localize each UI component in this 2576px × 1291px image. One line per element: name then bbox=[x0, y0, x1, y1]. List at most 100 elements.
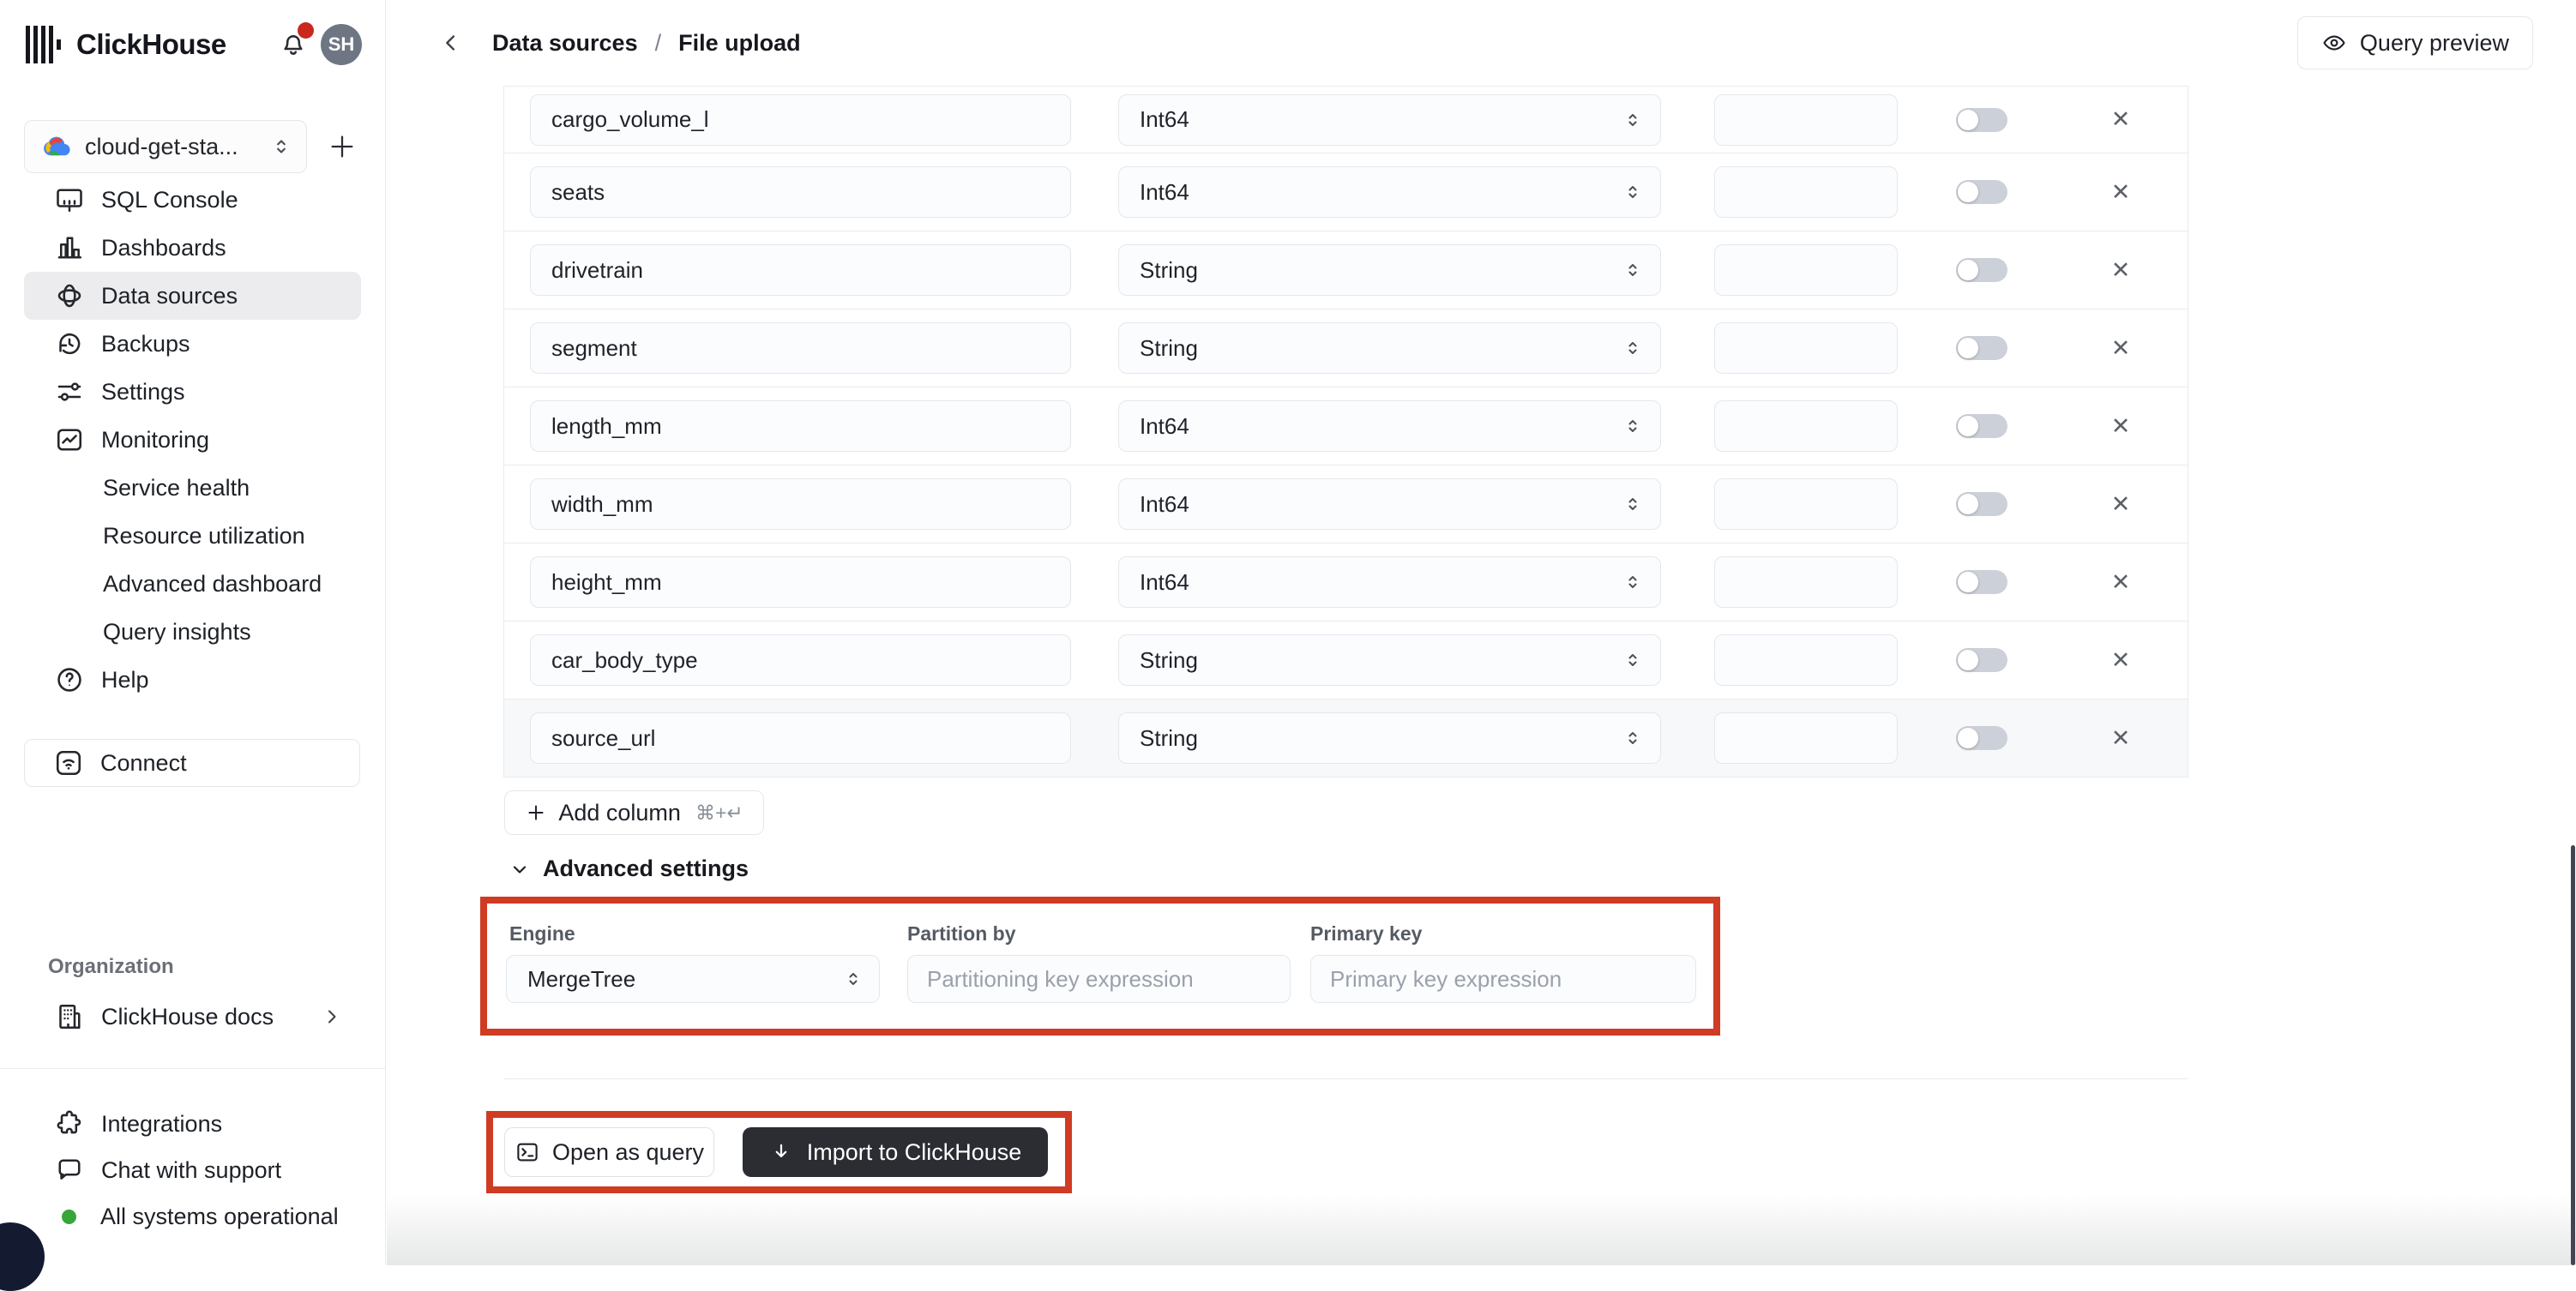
column-type-select[interactable]: String bbox=[1118, 712, 1661, 764]
toggle-knob bbox=[1958, 338, 1978, 358]
column-type-value: Int64 bbox=[1140, 491, 1189, 518]
toggle-knob bbox=[1958, 182, 1978, 202]
chevron-down-icon bbox=[509, 859, 530, 880]
column-name-input[interactable] bbox=[530, 94, 1071, 146]
gcp-cloud-icon bbox=[40, 130, 73, 163]
breadcrumb-parent[interactable]: Data sources bbox=[492, 30, 638, 57]
add-service-button[interactable] bbox=[323, 128, 361, 165]
column-type-value: String bbox=[1140, 647, 1198, 674]
add-column-button[interactable]: Add column ⌘+↵ bbox=[504, 790, 764, 835]
workspace-selector[interactable]: cloud-get-sta... bbox=[24, 120, 307, 173]
nullable-toggle[interactable] bbox=[1956, 108, 2007, 132]
nullable-toggle[interactable] bbox=[1956, 180, 2007, 204]
sidebar-item-chat-support[interactable]: Chat with support bbox=[24, 1147, 361, 1193]
sidebar-item-query-insights[interactable]: Query insights bbox=[24, 608, 361, 656]
system-status-item[interactable]: All systems operational bbox=[24, 1193, 361, 1240]
remove-column-button[interactable]: ✕ bbox=[2104, 643, 2138, 677]
column-type-select[interactable]: Int64 bbox=[1118, 400, 1661, 452]
column-type-select[interactable]: Int64 bbox=[1118, 94, 1661, 146]
clickhouse-logo-icon bbox=[26, 26, 65, 63]
column-default-input[interactable] bbox=[1714, 244, 1898, 296]
sidebar-item-service-health[interactable]: Service health bbox=[24, 464, 361, 512]
chevron-updown-icon bbox=[1622, 494, 1643, 514]
sidebar-item-help[interactable]: Help bbox=[24, 656, 361, 704]
column-name-input[interactable] bbox=[530, 244, 1071, 296]
advanced-settings-toggle[interactable]: Advanced settings bbox=[509, 856, 749, 882]
column-name-input[interactable] bbox=[530, 478, 1071, 530]
toggle-knob bbox=[1958, 650, 1978, 670]
sidebar-item-settings[interactable]: Settings bbox=[24, 368, 361, 416]
sidebar-item-advanced-dashboard[interactable]: Advanced dashboard bbox=[24, 560, 361, 608]
remove-column-button[interactable]: ✕ bbox=[2104, 565, 2138, 599]
status-green-dot bbox=[62, 1210, 76, 1224]
column-name-input[interactable] bbox=[530, 634, 1071, 686]
chat-support-label: Chat with support bbox=[101, 1157, 281, 1184]
nullable-toggle[interactable] bbox=[1956, 570, 2007, 594]
bar-chart-icon bbox=[53, 231, 86, 264]
avatar[interactable]: SH bbox=[321, 24, 362, 65]
column-name-input[interactable] bbox=[530, 712, 1071, 764]
section-divider bbox=[503, 1078, 2188, 1079]
toggle-knob bbox=[1958, 416, 1978, 436]
nullable-toggle[interactable] bbox=[1956, 726, 2007, 750]
sidebar-item-clickhouse-docs[interactable]: ClickHouse docs bbox=[24, 993, 361, 1041]
open-as-query-button[interactable]: Open as query bbox=[504, 1127, 714, 1177]
query-preview-button[interactable]: Query preview bbox=[2297, 16, 2533, 69]
nullable-toggle[interactable] bbox=[1956, 258, 2007, 282]
column-default-input[interactable] bbox=[1714, 400, 1898, 452]
sidebar-item-label: Resource utilization bbox=[103, 523, 305, 549]
notifications-button[interactable] bbox=[278, 27, 310, 62]
sidebar-item-integrations[interactable]: Integrations bbox=[24, 1101, 361, 1147]
remove-column-button[interactable]: ✕ bbox=[2104, 487, 2138, 521]
column-default-input[interactable] bbox=[1714, 94, 1898, 146]
chevron-updown-icon bbox=[843, 969, 864, 989]
back-button[interactable] bbox=[436, 27, 466, 58]
column-type-select[interactable]: String bbox=[1118, 322, 1661, 374]
remove-column-button[interactable]: ✕ bbox=[2104, 409, 2138, 443]
column-default-input[interactable] bbox=[1714, 478, 1898, 530]
remove-column-button[interactable]: ✕ bbox=[2104, 103, 2138, 137]
column-name-input[interactable] bbox=[530, 166, 1071, 218]
sidebar-item-monitoring[interactable]: Monitoring bbox=[24, 416, 361, 464]
column-name-input[interactable] bbox=[530, 400, 1071, 452]
bottom-shadow bbox=[387, 1195, 2576, 1265]
backup-restore-icon bbox=[53, 327, 86, 360]
remove-column-button[interactable]: ✕ bbox=[2104, 721, 2138, 755]
chevron-updown-icon bbox=[1622, 572, 1643, 592]
column-type-select[interactable]: String bbox=[1118, 634, 1661, 686]
column-type-select[interactable]: String bbox=[1118, 244, 1661, 296]
sidebar-item-resource-utilization[interactable]: Resource utilization bbox=[24, 512, 361, 560]
sidebar-item-sql-console[interactable]: SQL Console bbox=[24, 176, 361, 224]
nullable-toggle[interactable] bbox=[1956, 336, 2007, 360]
column-name-input[interactable] bbox=[530, 322, 1071, 374]
nullable-toggle[interactable] bbox=[1956, 414, 2007, 438]
column-default-input[interactable] bbox=[1714, 634, 1898, 686]
column-type-select[interactable]: Int64 bbox=[1118, 166, 1661, 218]
sidebar-item-dashboards[interactable]: Dashboards bbox=[24, 224, 361, 272]
add-column-shortcut: ⌘+↵ bbox=[695, 802, 743, 825]
sidebar-item-data-sources[interactable]: Data sources bbox=[24, 272, 361, 320]
remove-column-button[interactable]: ✕ bbox=[2104, 175, 2138, 209]
remove-column-button[interactable]: ✕ bbox=[2104, 331, 2138, 365]
nullable-toggle[interactable] bbox=[1956, 492, 2007, 516]
primary-key-input[interactable] bbox=[1310, 955, 1696, 1003]
import-to-clickhouse-button[interactable]: Import to ClickHouse bbox=[743, 1127, 1048, 1177]
sidebar-item-backups[interactable]: Backups bbox=[24, 320, 361, 368]
connect-button[interactable]: Connect bbox=[24, 739, 360, 787]
sidebar-item-label: Help bbox=[101, 667, 149, 694]
remove-column-button[interactable]: ✕ bbox=[2104, 253, 2138, 287]
column-default-input[interactable] bbox=[1714, 166, 1898, 218]
column-default-input[interactable] bbox=[1714, 712, 1898, 764]
column-default-input[interactable] bbox=[1714, 322, 1898, 374]
column-type-value: String bbox=[1140, 257, 1198, 284]
column-type-select[interactable]: Int64 bbox=[1118, 478, 1661, 530]
column-name-input[interactable] bbox=[530, 556, 1071, 608]
top-bar: Data sources / File upload Query preview bbox=[386, 0, 2576, 86]
sidebar-item-label: Advanced dashboard bbox=[103, 571, 322, 597]
partition-by-input[interactable] bbox=[907, 955, 1291, 1003]
column-type-select[interactable]: Int64 bbox=[1118, 556, 1661, 608]
vertical-scrollbar[interactable] bbox=[2571, 845, 2575, 1265]
engine-select[interactable]: MergeTree bbox=[506, 955, 880, 1003]
nullable-toggle[interactable] bbox=[1956, 648, 2007, 672]
column-default-input[interactable] bbox=[1714, 556, 1898, 608]
